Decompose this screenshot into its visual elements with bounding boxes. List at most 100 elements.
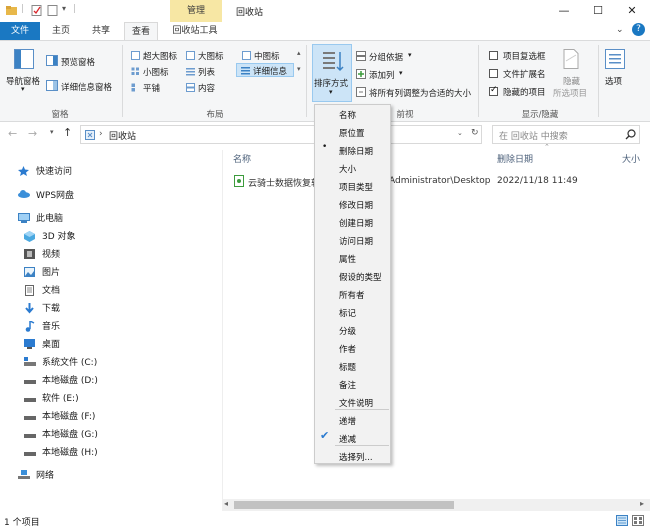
column-header-size[interactable]: 大小 — [622, 152, 640, 165]
nav-drive-f[interactable]: 本地磁盘 (F:) — [24, 409, 95, 422]
search-input[interactable]: 在 回收站 中搜索 — [492, 125, 640, 144]
manage-context-tab[interactable]: 管理 — [170, 0, 222, 22]
properties-icon[interactable] — [31, 5, 42, 16]
sort-option-size[interactable]: 大小 — [339, 163, 356, 175]
tab-home[interactable]: 主页 — [44, 22, 78, 40]
nav-network[interactable]: 网络 — [18, 468, 54, 481]
layout-extra-large-icons[interactable]: 超大图标 — [143, 50, 177, 62]
add-columns-button[interactable]: 添加列 — [369, 69, 395, 81]
close-button[interactable]: ✕ — [616, 0, 648, 22]
nav-wps-cloud[interactable]: WPS网盘 — [18, 188, 74, 201]
hidden-items-checkbox[interactable] — [489, 85, 498, 96]
size-all-columns-button[interactable]: 将所有列调整为合适的大小 — [369, 87, 471, 99]
sort-option-date-created[interactable]: 创建日期 — [339, 217, 373, 229]
sort-option-deleted-date[interactable]: 删除日期 — [339, 145, 373, 157]
layout-scroll-up-icon[interactable]: ▴ — [297, 49, 301, 57]
layout-tiles[interactable]: 平铺 — [143, 82, 160, 94]
layout-scroll-down-icon[interactable]: ▾ — [297, 65, 301, 73]
help-icon[interactable]: ? — [632, 23, 645, 36]
nav-downloads[interactable]: 下载 — [24, 301, 60, 314]
nav-videos[interactable]: 视频 — [24, 247, 60, 260]
layout-details[interactable]: 详细信息 — [253, 65, 287, 77]
sort-option-owner[interactable]: 所有者 — [339, 289, 365, 301]
quick-access-dropdown-icon[interactable]: ▾ — [62, 4, 66, 13]
column-header-deleted-date[interactable]: 删除日期 — [497, 152, 533, 165]
nav-quick-access[interactable]: 快速访问 — [18, 164, 72, 177]
nav-drive-g[interactable]: 本地磁盘 (G:) — [24, 427, 98, 440]
sort-option-rating[interactable]: 分级 — [339, 325, 356, 337]
nav-this-pc[interactable]: 此电脑 — [18, 211, 63, 224]
horizontal-scrollbar[interactable]: ◂ ▸ — [222, 499, 650, 511]
nav-drive-d[interactable]: 本地磁盘 (D:) — [24, 373, 98, 386]
maximize-button[interactable]: ☐ — [582, 0, 614, 22]
navigation-pane-dropdown-icon[interactable]: ▾ — [21, 85, 25, 93]
nav-drive-h[interactable]: 本地磁盘 (H:) — [24, 445, 98, 458]
sort-option-attributes[interactable]: 属性 — [339, 253, 356, 265]
sort-by-button[interactable]: 排序方式 ▾ — [312, 44, 352, 102]
navigation-pane-icon[interactable] — [14, 49, 34, 72]
group-by-button[interactable]: 分组依据 — [369, 51, 403, 63]
sort-option-item-type[interactable]: 项目类型 — [339, 181, 373, 193]
group-by-icon — [356, 51, 366, 64]
minimize-button[interactable]: — — [548, 0, 580, 22]
sort-descending[interactable]: 递减 — [339, 433, 356, 445]
sort-option-tags[interactable]: 标记 — [339, 307, 356, 319]
group-by-dropdown-icon[interactable]: ▾ — [408, 51, 412, 59]
file-extensions-checkbox[interactable] — [489, 69, 498, 78]
layout-list[interactable]: 列表 — [198, 66, 215, 78]
up-button[interactable]: ↑ — [63, 126, 72, 139]
sort-option-authors[interactable]: 作者 — [339, 343, 356, 355]
sort-option-comments[interactable]: 备注 — [339, 379, 356, 391]
scroll-left-icon[interactable]: ◂ — [224, 499, 228, 508]
details-view-icon[interactable] — [616, 515, 628, 529]
nav-3d-objects[interactable]: 3D 对象 — [24, 229, 76, 242]
sort-option-title[interactable]: 标题 — [339, 361, 356, 373]
recent-locations-icon[interactable]: ▾ — [50, 128, 54, 136]
layout-small-icons[interactable]: 小图标 — [143, 66, 169, 78]
file-name[interactable]: 云骑士数据恢复软 — [248, 176, 320, 189]
sort-option-name[interactable]: 名称 — [339, 109, 356, 121]
title-bar: | ▾ | 管理 回收站 — ☐ ✕ — [0, 0, 650, 22]
nav-drive-e[interactable]: 软件 (E:) — [24, 391, 79, 404]
sort-option-file-description[interactable]: 文件说明 — [339, 397, 373, 409]
scrollbar-thumb[interactable] — [234, 501, 454, 509]
hide-selected-button[interactable]: 隐藏 — [563, 75, 580, 87]
nav-music[interactable]: 音乐 — [24, 319, 60, 332]
options-button[interactable]: 选项 — [605, 75, 622, 87]
tab-file[interactable]: 文件 — [0, 22, 40, 40]
layout-content[interactable]: 内容 — [198, 82, 215, 94]
sort-option-date-accessed[interactable]: 访问日期 — [339, 235, 373, 247]
large-icons-view-icon[interactable] — [632, 515, 644, 529]
address-bar[interactable]: › 回收站 ⌄ ↻ — [80, 125, 482, 144]
address-dropdown-icon[interactable]: ⌄ — [457, 129, 463, 137]
sort-ascending[interactable]: 递增 — [339, 415, 356, 427]
sort-option-perceived-type[interactable]: 假设的类型 — [339, 271, 382, 283]
sort-option-original-location[interactable]: 原位置 — [339, 127, 365, 139]
add-columns-dropdown-icon[interactable]: ▾ — [399, 69, 403, 77]
scroll-right-icon[interactable]: ▸ — [640, 499, 644, 508]
preview-pane-button[interactable]: 预览窗格 — [61, 56, 95, 68]
new-folder-icon[interactable] — [47, 5, 58, 16]
collapse-ribbon-icon[interactable]: ⌄ — [616, 25, 624, 35]
details-pane-button[interactable]: 详细信息窗格 — [61, 81, 112, 93]
refresh-icon[interactable]: ↻ — [471, 128, 479, 138]
tab-view[interactable]: 查看 — [124, 22, 158, 41]
nav-drive-c[interactable]: 系统文件 (C:) — [24, 355, 97, 368]
item-checkboxes-checkbox[interactable] — [489, 51, 498, 60]
forward-button[interactable]: → — [28, 127, 37, 140]
layout-large-icons[interactable]: 大图标 — [198, 50, 224, 62]
sort-option-date-modified[interactable]: 修改日期 — [339, 199, 373, 211]
breadcrumb-recycle-bin[interactable]: 回收站 — [109, 129, 136, 142]
choose-columns[interactable]: 选择列... — [339, 451, 373, 463]
column-header-name[interactable]: 名称 — [233, 152, 251, 165]
layout-medium-icons[interactable]: 中图标 — [254, 50, 280, 62]
tab-share[interactable]: 共享 — [84, 22, 118, 40]
search-icon[interactable] — [625, 129, 636, 143]
film-icon — [24, 248, 36, 259]
nav-documents[interactable]: 文档 — [24, 283, 60, 296]
nav-pictures[interactable]: 图片 — [24, 265, 60, 278]
music-note-icon — [24, 319, 36, 332]
tab-recycle-bin-tools[interactable]: 回收站工具 — [166, 22, 224, 40]
nav-desktop[interactable]: 桌面 — [24, 337, 60, 350]
back-button[interactable]: ← — [8, 127, 17, 140]
